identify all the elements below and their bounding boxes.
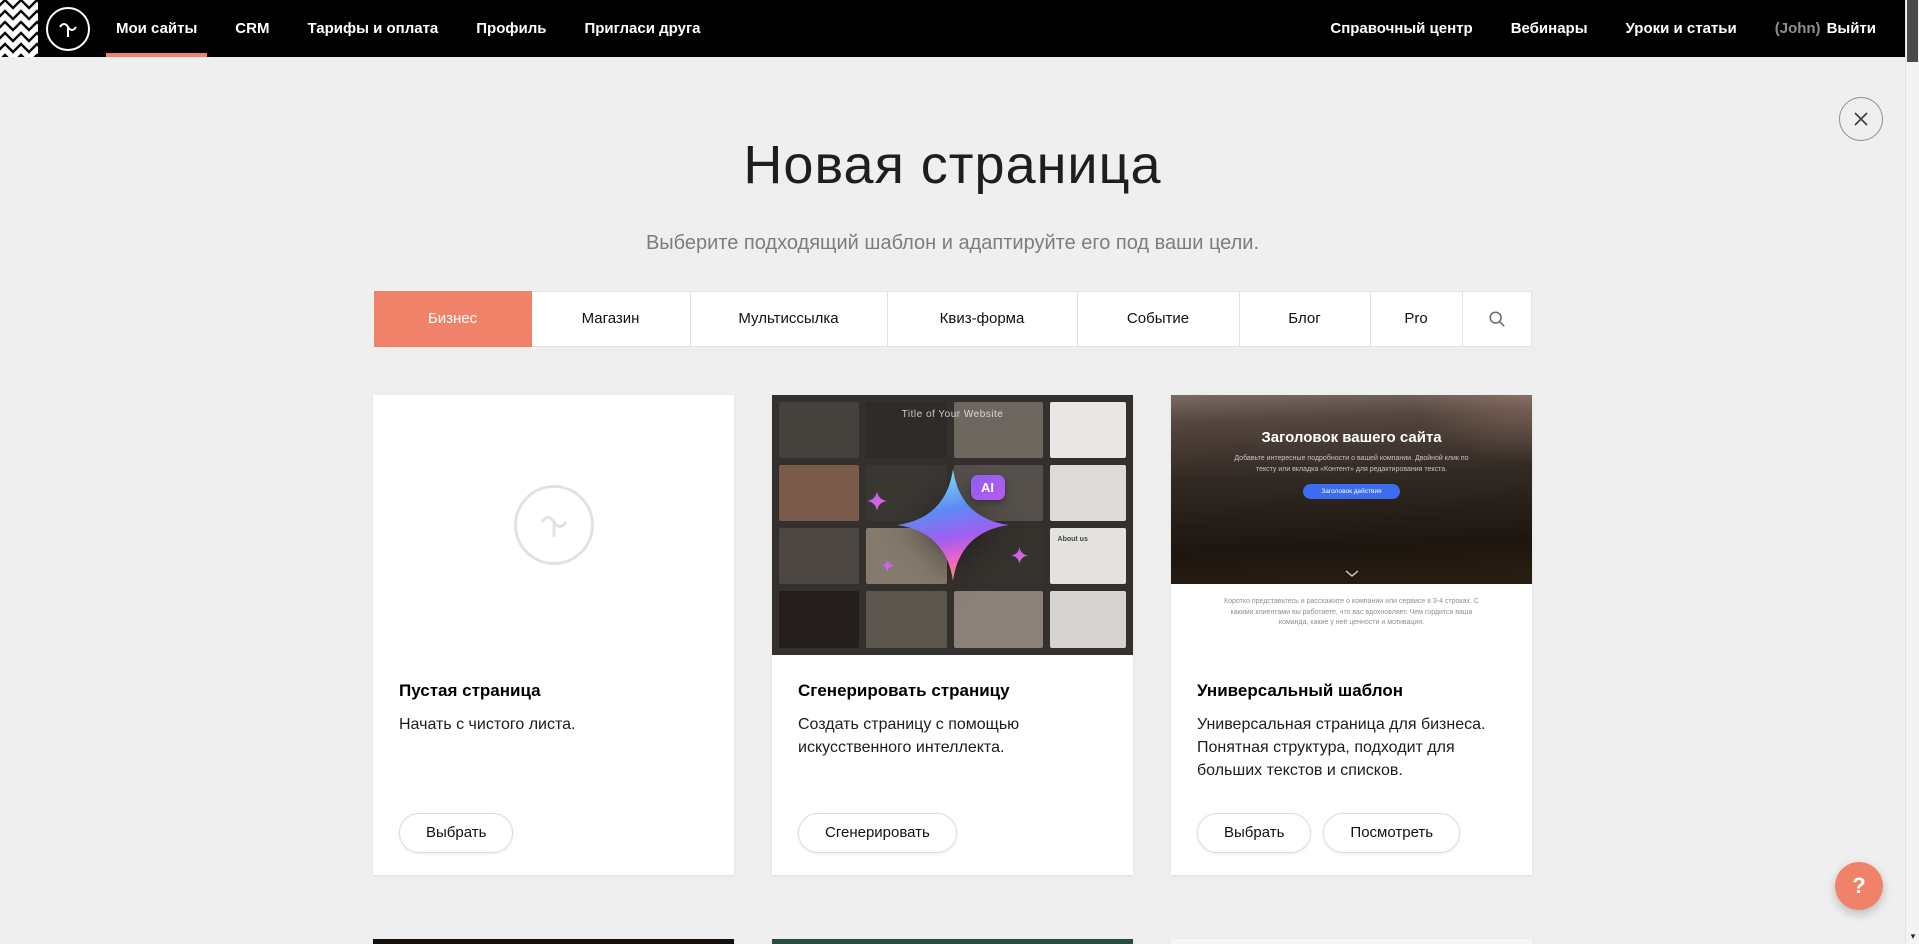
nav-invite-friend[interactable]: Пригласи друга [582, 0, 702, 57]
template-body-text: Коротко представьтесь и расскажите о ком… [1218, 597, 1485, 630]
new-page-screen: Новая страница Выберите подходящий шабло… [0, 57, 1905, 944]
logout-link[interactable]: (John) Выйти [1773, 0, 1878, 57]
card-description: Создать страницу с помощью искусственног… [798, 713, 1107, 759]
ai-badge: AI [971, 475, 1005, 500]
nav-help-center[interactable]: Справочный центр [1328, 0, 1474, 57]
collage-tile [866, 591, 947, 647]
ai-generate-preview: About us Title of Your Website [772, 395, 1133, 655]
tab-store[interactable]: Магазин [532, 291, 691, 347]
collage-tile [779, 465, 859, 521]
nav-webinars[interactable]: Вебинары [1509, 0, 1590, 57]
card-actions: Выбрать Посмотреть [1197, 813, 1460, 853]
collage-tile [1050, 465, 1126, 521]
page-scrollbar[interactable]: ▾ [1905, 0, 1919, 944]
choose-blank-button[interactable]: Выбрать [399, 813, 513, 853]
tilda-mark-icon [536, 507, 572, 543]
collage-tile [779, 591, 859, 647]
nav-crm[interactable]: CRM [233, 0, 271, 57]
collage-tile [954, 591, 1043, 647]
tab-pro[interactable]: Pro [1371, 291, 1463, 347]
card-actions: Выбрать [399, 813, 513, 853]
template-preview-partial[interactable] [772, 939, 1133, 944]
template-search-button[interactable] [1463, 291, 1532, 347]
page-subtitle: Выберите подходящий шаблон и адаптируйте… [0, 232, 1905, 255]
card-ai-generate: About us Title of Your Website [772, 395, 1133, 875]
collage-tile [779, 528, 859, 584]
tab-quiz-form[interactable]: Квиз-форма [888, 291, 1078, 347]
collage-tile [1050, 591, 1126, 647]
template-cards-row: Пустая страница Начать с чистого листа. … [373, 395, 1532, 875]
tab-event[interactable]: Событие [1078, 291, 1240, 347]
app-root: Мои сайты CRM Тарифы и оплата Профиль Пр… [0, 0, 1905, 944]
scrollbar-thumb[interactable] [1907, 0, 1918, 62]
close-button[interactable] [1839, 97, 1883, 141]
tilda-logo[interactable] [46, 7, 90, 51]
user-name: (John) [1775, 20, 1821, 37]
sparkle-icon [881, 559, 894, 572]
card-title: Пустая страница [399, 681, 708, 701]
template-hero: Заголовок вашего сайта Добавьте интересн… [1171, 395, 1532, 584]
nav-my-sites[interactable]: Мои сайты [114, 0, 199, 57]
template-preview-partial[interactable] [1171, 939, 1532, 944]
template-hero-text: Добавьте интересные подробности о вашей … [1229, 454, 1474, 476]
logout-label: Выйти [1827, 20, 1876, 37]
card-actions: Сгенерировать [798, 813, 957, 853]
nav-lessons[interactable]: Уроки и статьи [1624, 0, 1739, 57]
card-title: Сгенерировать страницу [798, 681, 1107, 701]
blank-page-preview [373, 395, 734, 655]
collage-tile-about: About us [1050, 528, 1126, 584]
zigzag-pattern-decoration [0, 0, 38, 57]
scrollbar-down-arrow[interactable]: ▾ [1906, 928, 1919, 944]
nav-profile[interactable]: Профиль [474, 0, 548, 57]
universal-template-preview: Заголовок вашего сайта Добавьте интересн… [1171, 395, 1532, 655]
secondary-nav: Справочный центр Вебинары Уроки и статьи… [1294, 0, 1905, 57]
template-body-section: Коротко представьтесь и расскажите о ком… [1171, 584, 1532, 655]
help-button[interactable]: ? [1835, 862, 1883, 910]
card-description: Начать с чистого листа. [399, 713, 708, 736]
chevron-down-icon [1345, 570, 1359, 577]
top-header: Мои сайты CRM Тарифы и оплата Профиль Пр… [0, 0, 1905, 57]
sparkle-icon [867, 491, 887, 511]
logo-wrap [46, 0, 90, 57]
collage-site-title: Title of Your Website [772, 409, 1133, 420]
search-icon [1488, 310, 1506, 328]
tab-blog[interactable]: Блог [1240, 291, 1371, 347]
about-us-label: About us [1058, 536, 1088, 543]
generate-button[interactable]: Сгенерировать [798, 813, 957, 853]
main-nav: Мои сайты CRM Тарифы и оплата Профиль Пр… [114, 0, 737, 57]
card-description: Универсальная страница для бизнеса. Поня… [1197, 713, 1506, 783]
nav-tariffs[interactable]: Тарифы и оплата [305, 0, 440, 57]
tab-business[interactable]: Бизнес [374, 291, 532, 347]
template-category-tabs: Бизнес Магазин Мультиссылка Квиз-форма С… [374, 291, 1532, 347]
template-hero-button: Заголовок действия [1303, 484, 1399, 499]
template-cards-next-row [373, 939, 1532, 944]
preview-template-button[interactable]: Посмотреть [1323, 813, 1460, 853]
tilda-watermark-logo [514, 485, 594, 565]
card-title: Универсальный шаблон [1197, 681, 1506, 701]
choose-template-button[interactable]: Выбрать [1197, 813, 1311, 853]
template-hero-title: Заголовок вашего сайта [1171, 429, 1532, 446]
card-universal-template: Заголовок вашего сайта Добавьте интересн… [1171, 395, 1532, 875]
sparkle-icon [1011, 547, 1028, 564]
close-icon [1853, 111, 1869, 127]
template-preview-partial[interactable] [373, 939, 734, 944]
tab-multilink[interactable]: Мультиссылка [691, 291, 888, 347]
tilda-mark-icon [56, 17, 80, 41]
page-title: Новая страница [0, 137, 1905, 194]
card-blank-page: Пустая страница Начать с чистого листа. … [373, 395, 734, 875]
